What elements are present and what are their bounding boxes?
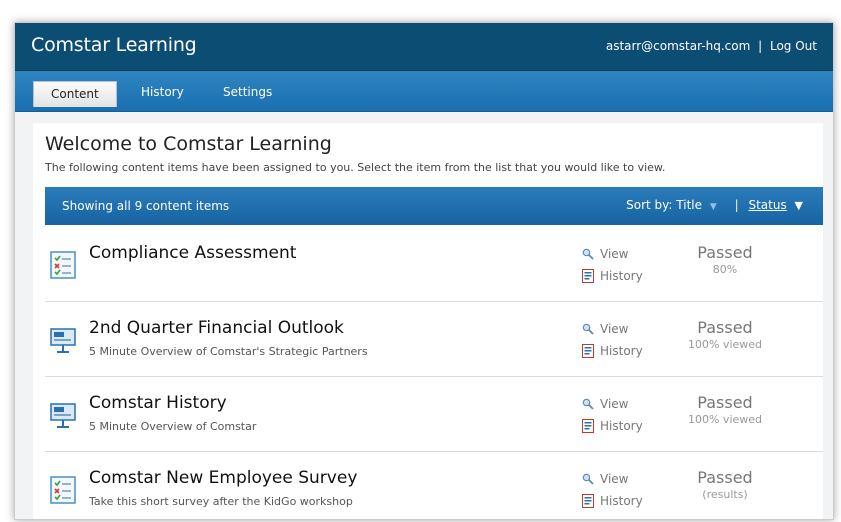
history-icon [582,419,594,433]
app-header: Comstar Learning astarr@comstar-hq.com |… [15,23,833,71]
item-actions: View History [582,243,643,287]
item-subtitle: 5 Minute Overview of Comstar [89,420,257,433]
status-label: Passed [697,318,753,337]
history-link[interactable]: History [582,340,643,362]
history-icon [582,494,594,508]
tab-history[interactable]: History [141,79,184,105]
item-subtitle: 5 Minute Overview of Comstar's Strategic… [89,345,368,358]
view-label: View [600,247,629,261]
main-nav: Content History Settings [15,71,833,112]
history-label: History [600,344,643,358]
checklist-icon [50,476,76,504]
item-actions: View History [582,468,643,512]
item-subtitle: Take this short survey after the KidGo w… [89,495,353,508]
status-label: Passed [697,468,753,487]
sort-status-link[interactable]: Status [748,198,786,212]
presentation-icon [50,326,76,354]
magnifier-icon [582,473,594,485]
history-link[interactable]: History [582,490,643,512]
content-panel: Welcome to Comstar Learning The followin… [33,123,823,519]
item-title[interactable]: 2nd Quarter Financial Outlook [89,318,344,338]
history-link[interactable]: History [582,415,643,437]
view-link[interactable]: View [582,393,643,415]
item-actions: View History [582,318,643,362]
history-link[interactable]: History [582,265,643,287]
status-detail: 100% viewed [687,413,763,426]
view-label: View [600,472,629,486]
page-description: The following content items have been as… [45,161,666,174]
sort-label: Sort by: [626,198,673,212]
header-separator: | [758,39,763,53]
view-label: View [600,322,629,336]
item-actions: View History [582,393,643,437]
item-title[interactable]: Comstar New Employee Survey [89,468,357,488]
sort-separator: | [734,198,739,212]
list-toolbar: Showing all 9 content items Sort by: Tit… [45,187,823,225]
status-detail: 100% viewed [687,338,763,351]
list-item: 2nd Quarter Financial Outlook 5 Minute O… [45,302,823,377]
app-window: Comstar Learning astarr@comstar-hq.com |… [14,22,834,520]
status-label: Passed [697,243,753,262]
sort-title-link[interactable]: Title [676,198,702,212]
page-title: Welcome to Comstar Learning [45,133,332,155]
history-icon [582,269,594,283]
history-label: History [600,494,643,508]
app-title: Comstar Learning [31,34,197,56]
sort-status-arrow-icon[interactable]: ▼ [795,199,803,212]
presentation-icon [50,401,76,429]
list-item: Comstar History 5 Minute Overview of Com… [45,377,823,452]
magnifier-icon [582,248,594,260]
view-link[interactable]: View [582,318,643,340]
item-title[interactable]: Comstar History [89,393,227,413]
history-label: History [600,269,643,283]
status-detail: 80% [712,263,738,276]
logout-link[interactable]: Log Out [770,39,817,53]
view-link[interactable]: View [582,468,643,490]
sort-title-arrow-icon: ▼ [709,202,717,212]
item-count-label: Showing all 9 content items [62,199,230,213]
magnifier-icon [582,323,594,335]
status-area: Passed (results) [665,468,785,501]
history-icon [582,344,594,358]
status-label: Passed [697,393,753,412]
sort-controls: Sort by: Title ▼ | Status ▼ [626,198,803,212]
view-link[interactable]: View [582,243,643,265]
list-item: Compliance Assessment View History Passe… [45,227,823,302]
magnifier-icon [582,398,594,410]
status-results-link[interactable]: (results) [665,488,785,501]
view-label: View [600,397,629,411]
user-email: astarr@comstar-hq.com [605,39,751,53]
status-area: Passed 100% viewed [665,318,785,351]
item-title[interactable]: Compliance Assessment [89,243,296,263]
history-label: History [600,419,643,433]
checklist-icon [50,251,76,279]
tab-settings[interactable]: Settings [223,79,272,105]
status-area: Passed 100% viewed [665,393,785,426]
user-area: astarr@comstar-hq.com | Log Out [606,39,817,53]
tab-content[interactable]: Content [33,81,117,107]
list-item: Comstar New Employee Survey Take this sh… [45,452,823,519]
status-area: Passed 80% [665,243,785,276]
